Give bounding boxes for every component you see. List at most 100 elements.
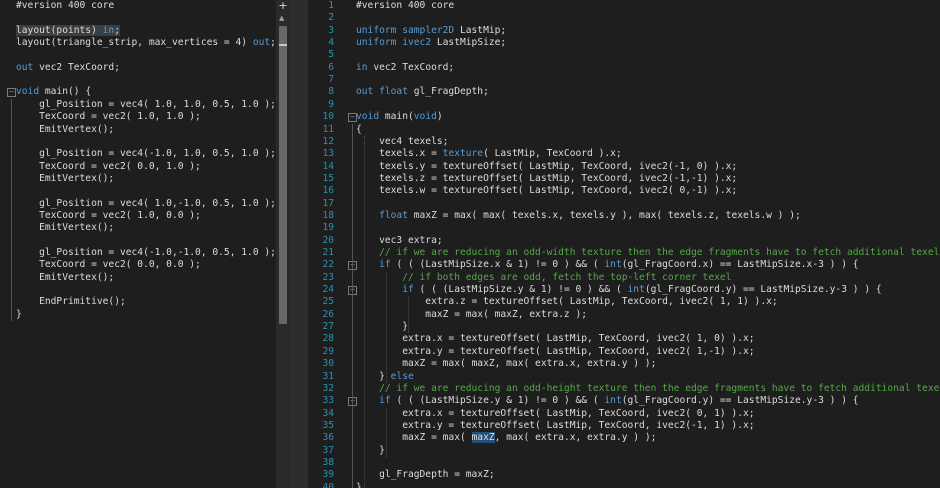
scrollbar-position-marker — [279, 44, 287, 46]
line-content: vec3 extra; — [356, 235, 443, 247]
code-token: texels.x = — [356, 148, 443, 160]
line-content: if ( ( (LastMipSize.x & 1) != 0 ) && ( i… — [356, 259, 858, 271]
line-content: uniform ivec2 LastMipSize; — [356, 37, 506, 49]
code-token: LastMip; — [454, 24, 507, 36]
line-number: 37 — [322, 444, 334, 456]
code-token: maxZ = max( — [356, 432, 472, 444]
line-content: texels.x = texture( LastMip, TexCoord ).… — [356, 148, 622, 160]
code-token: } — [356, 444, 385, 456]
collapse-block-icon[interactable]: − — [348, 113, 357, 123]
code-token: uniform — [356, 37, 397, 49]
line-number: 36 — [322, 432, 334, 444]
line-number: 32 — [322, 382, 334, 394]
code-token: gl_FragDepth; — [408, 86, 489, 98]
line-number: 7 — [328, 74, 334, 86]
code-line: 39 gl_FragDepth = maxZ; — [308, 469, 940, 481]
scroll-up-icon[interactable]: ▲ — [279, 14, 284, 22]
line-content: texels.w = textureOffset( LastMip, TexCo… — [356, 185, 737, 197]
line-content: texels.z = textureOffset( LastMip, TexCo… — [356, 173, 737, 185]
code-token: if — [379, 395, 391, 407]
code-line: 21 // if we are reducing an odd-width te… — [308, 247, 940, 259]
code-token: } — [16, 308, 22, 320]
code-line: gl_Position = vec4( 1.0, 1.0, 0.5, 1.0 )… — [16, 99, 276, 111]
line-content: } — [356, 445, 385, 457]
code-token: void — [413, 111, 437, 123]
code-token: extra.y = textureOffset( LastMip, TexCoo… — [356, 419, 755, 431]
line-number: 40 — [322, 481, 334, 488]
code-token: (gl_FragCoord.y) == LastMipSize.y-3 ) ) … — [621, 395, 859, 407]
fold-range-line — [352, 123, 353, 488]
line-number: 27 — [322, 321, 334, 333]
code-line: 7 — [308, 74, 940, 86]
line-content: // if we are reducing an odd-width textu… — [356, 247, 940, 259]
line-content: maxZ = max( maxZ, max( extra.x, extra.y … — [356, 432, 656, 444]
indent-guide — [386, 407, 387, 457]
code-token: maxZ — [471, 432, 495, 444]
code-line: 23 // if both edges are odd, fetch the t… — [308, 272, 940, 284]
code-token: in — [356, 61, 368, 73]
code-token: uniform — [356, 24, 397, 36]
code-token: EmitVertex(); — [16, 271, 115, 283]
code-token: maxZ = max( max( texels.x, texels.y ), m… — [408, 209, 801, 221]
right-code-editor[interactable]: 1 #version 400 core 2 3 uniform sampler2D La… — [308, 0, 940, 488]
line-number: 39 — [322, 469, 334, 481]
code-token: EndPrimitive(); — [16, 296, 126, 308]
code-line: layout(points) in; — [16, 24, 120, 37]
code-line: TexCoord = vec2( 0.0, 0.0 ); — [16, 259, 201, 271]
line-content: { — [356, 124, 362, 136]
pane-splitter[interactable] — [290, 0, 308, 488]
code-token: extra.x = textureOffset( LastMip, TexCoo… — [356, 333, 755, 345]
code-line: gl_Position = vec4( 1.0,-1.0, 0.5, 1.0 )… — [16, 198, 276, 210]
line-number: 31 — [322, 370, 334, 382]
line-number: 13 — [322, 148, 334, 160]
code-line: 22 if ( ( (LastMipSize.x & 1) != 0 ) && … — [308, 259, 940, 271]
line-number: 35 — [322, 419, 334, 431]
line-content: uniform sampler2D LastMip; — [356, 25, 506, 37]
code-line: 2 — [308, 12, 940, 24]
code-token: // if we are reducing an odd-width textu… — [356, 247, 940, 258]
line-number: 18 — [322, 209, 334, 221]
line-content: vec4 texels; — [356, 136, 448, 148]
line-number: 15 — [322, 172, 334, 184]
split-add-icon[interactable]: + — [277, 0, 289, 12]
code-token: gl_Position = vec4(-1.0, 1.0, 0.5, 1.0 )… — [16, 148, 276, 160]
collapse-block-icon[interactable]: − — [7, 88, 16, 98]
line-number: 12 — [322, 135, 334, 147]
line-content: } — [356, 482, 362, 488]
code-line: 28 extra.x = textureOffset( LastMip, Tex… — [308, 333, 940, 345]
line-content: maxZ = max( maxZ, max( extra.x, extra.y … — [356, 358, 656, 370]
code-line: out vec2 TexCoord; — [16, 62, 120, 74]
line-content: // if both edges are odd, fetch the top-… — [356, 272, 731, 284]
line-number: 9 — [328, 98, 334, 110]
code-line: gl_Position = vec4(-1.0,-1.0, 0.5, 1.0 )… — [16, 247, 276, 259]
line-content: if ( ( (LastMipSize.y & 1) != 0 ) && ( i… — [356, 395, 859, 407]
code-line: EmitVertex(); — [16, 173, 114, 185]
line-number: 20 — [322, 234, 334, 246]
code-line: 9 — [308, 99, 940, 111]
code-token: TexCoord = vec2( 1.0, 0.0 ); — [16, 209, 201, 221]
code-token: in — [102, 24, 115, 36]
vertical-scrollbar[interactable]: + ▲ — [276, 0, 290, 488]
code-token: extra.z = textureOffset( LastMip, TexCoo… — [356, 296, 778, 308]
indent-guide — [386, 271, 387, 383]
line-number: 10 — [322, 111, 334, 123]
code-line: 24 if ( ( (LastMipSize.y & 1) != 0 ) && … — [308, 284, 940, 296]
code-line: 30 maxZ = max( maxZ, max( extra.x, extra… — [308, 358, 940, 370]
code-token: vec3 extra; — [356, 234, 443, 246]
code-token: vec2 TexCoord; — [367, 61, 455, 73]
left-code-editor[interactable]: #version 400 core layout(points) in; layou… — [0, 0, 276, 488]
line-content: extra.x = textureOffset( LastMip, TexCoo… — [356, 408, 754, 420]
line-number: 4 — [328, 37, 334, 49]
line-number: 34 — [322, 407, 334, 419]
line-number: 8 — [328, 86, 334, 98]
code-line: 6 in vec2 TexCoord; — [308, 62, 940, 74]
code-token: gl_FragDepth = maxZ; — [356, 469, 495, 481]
code-line: 25 extra.z = textureOffset( LastMip, Tex… — [308, 296, 940, 308]
code-line: gl_Position = vec4(-1.0, 1.0, 0.5, 1.0 )… — [16, 148, 276, 160]
line-content: maxZ = max( maxZ, extra.z ); — [356, 309, 587, 321]
code-line: 36 maxZ = max( maxZ, max( extra.x, extra… — [308, 432, 940, 444]
code-line: layout(triangle_strip, max_vertices = 4)… — [16, 37, 276, 49]
scrollbar-thumb[interactable] — [279, 26, 287, 324]
